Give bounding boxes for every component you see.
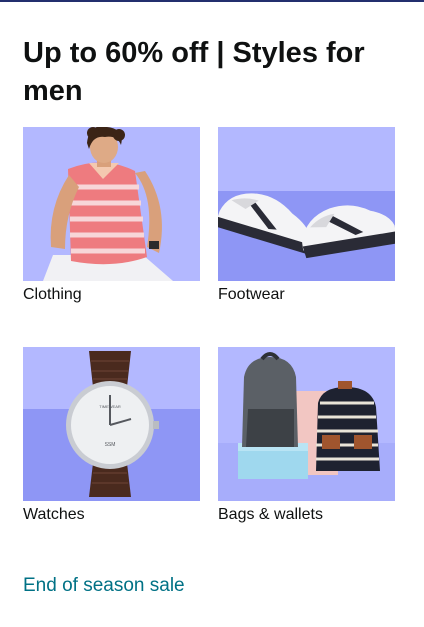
man-in-polo-icon <box>23 127 200 281</box>
tile-label-clothing: Clothing <box>23 286 82 303</box>
clothing-image[interactable] <box>23 127 200 281</box>
watch-dial-text: SSM <box>104 442 116 448</box>
category-tile-watches[interactable]: TIMEWEAR SSM Watches <box>23 347 200 525</box>
tile-label-watches: Watches <box>23 506 85 523</box>
category-tile-bags-wallets[interactable]: Bags & wallets <box>218 347 395 525</box>
watch-brand-text: TIMEWEAR <box>99 404 121 409</box>
bags-wallets-image[interactable] <box>218 347 395 501</box>
tile-label-bags-wallets: Bags & wallets <box>218 506 323 523</box>
category-tile-clothing[interactable]: Clothing <box>23 127 200 305</box>
footwear-image[interactable] <box>218 127 395 281</box>
backpack-icon <box>218 347 395 501</box>
see-more-link[interactable]: End of season sale <box>23 574 185 598</box>
tile-label-footwear: Footwear <box>218 286 285 303</box>
watches-image[interactable]: TIMEWEAR SSM <box>23 347 200 501</box>
card-title: Up to 60% off | Styles for men <box>23 37 365 107</box>
wristwatch-icon <box>23 347 200 501</box>
sneakers-icon <box>218 127 395 281</box>
top-border <box>0 0 424 2</box>
category-tile-footwear[interactable]: Footwear <box>218 127 395 305</box>
